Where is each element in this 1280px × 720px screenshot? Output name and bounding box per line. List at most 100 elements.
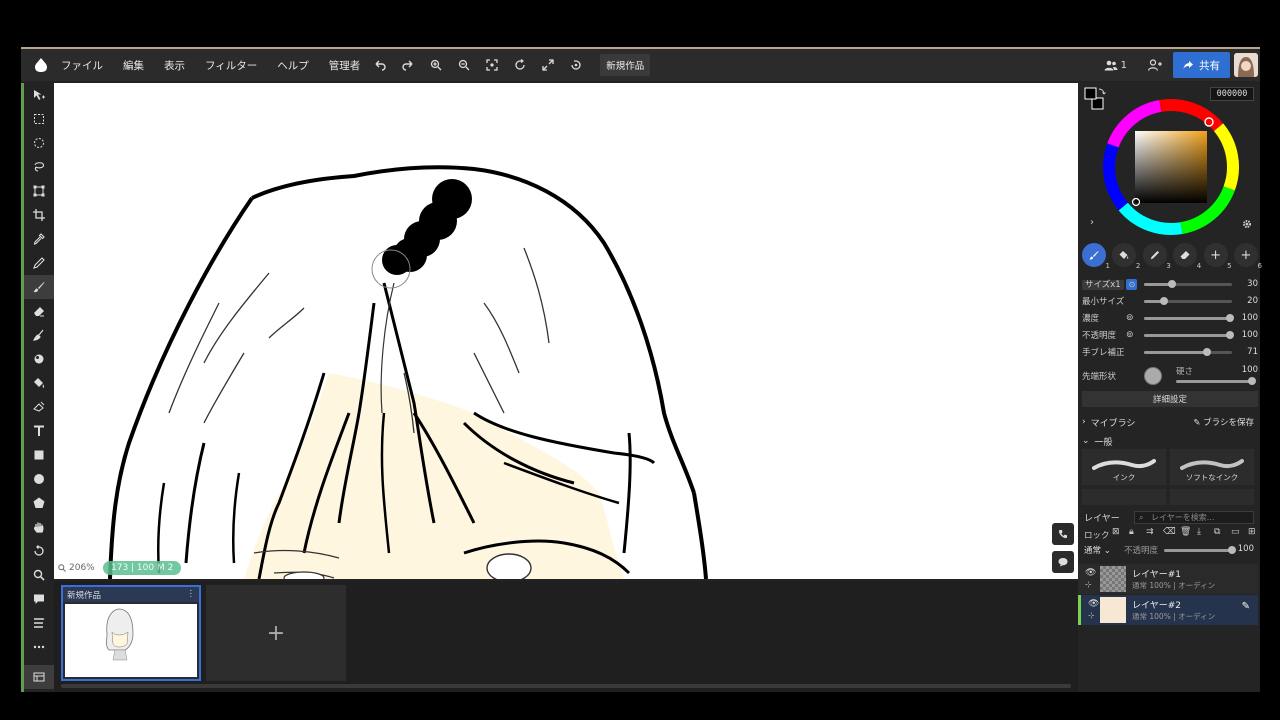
app-logo-icon[interactable] xyxy=(21,49,61,81)
hardness-slider[interactable] xyxy=(1176,377,1256,385)
avatar[interactable] xyxy=(1234,53,1258,77)
preset-ink[interactable]: インク xyxy=(1082,449,1166,485)
crop-icon[interactable] xyxy=(24,203,54,227)
density-pressure-icon[interactable]: ⊚ xyxy=(1126,313,1134,323)
fill-bucket-icon[interactable] xyxy=(24,371,54,395)
drawing-canvas[interactable]: 206% 173 | 100 M 2 xyxy=(54,83,1078,579)
horizontal-scrollbar[interactable] xyxy=(61,684,1071,688)
my-brush-header[interactable]: › マイブラシ ✎ ブラシを保存 xyxy=(1082,414,1258,430)
lock-transparency-icon[interactable]: ⊠ xyxy=(1112,527,1125,540)
tip-shape-preview[interactable] xyxy=(1144,367,1162,385)
move-tool-icon[interactable] xyxy=(24,83,54,107)
brush-tab-4[interactable]: 4 xyxy=(1173,243,1201,270)
brush-tab-6[interactable]: +6 xyxy=(1233,243,1262,270)
hand-icon[interactable] xyxy=(24,515,54,539)
layer-options-icon[interactable]: ⊹ xyxy=(1088,611,1095,620)
transform-icon[interactable] xyxy=(24,179,54,203)
document-menu-icon[interactable]: ⋮ xyxy=(187,589,196,600)
brush-icon[interactable] xyxy=(24,275,54,299)
merge-down-icon[interactable]: ⤓ xyxy=(1197,527,1210,540)
circle-icon[interactable] xyxy=(24,467,54,491)
hardness-value: 100 xyxy=(1241,365,1258,375)
blur-icon[interactable] xyxy=(24,347,54,371)
general-brush-header[interactable]: ⌄ 一般 xyxy=(1082,433,1258,449)
preset-soft-ink[interactable]: ソフトなインク xyxy=(1170,449,1254,485)
lock-icon[interactable]: 🔒︎ xyxy=(1129,527,1142,540)
filmstrip-icon[interactable] xyxy=(24,611,54,635)
preset-partial-1[interactable] xyxy=(1082,489,1166,505)
ellipse-select-icon[interactable] xyxy=(24,131,54,155)
min-size-slider[interactable]: 最小サイズ 20 xyxy=(1082,294,1258,308)
size-slider[interactable]: サイズx1 ⊙ 30 xyxy=(1082,277,1258,291)
document-tab[interactable]: 新規作品 xyxy=(600,54,651,76)
preset-partial-2[interactable] xyxy=(1170,489,1254,505)
collapse-arrow-icon[interactable]: › xyxy=(1090,217,1094,228)
menu-help[interactable]: ヘルプ xyxy=(277,58,309,73)
blend-mode-select[interactable]: 通常 ⌄ xyxy=(1084,544,1111,556)
zoom-out-icon[interactable] xyxy=(450,49,478,81)
menu-view[interactable]: 表示 xyxy=(164,58,185,73)
opacity-slider[interactable]: 不透明度 ⊚ 100 xyxy=(1082,328,1258,342)
smudge-icon[interactable] xyxy=(24,323,54,347)
density-slider[interactable]: 濃度 ⊚ 100 xyxy=(1082,311,1258,325)
save-brush-button[interactable]: ✎ ブラシを保存 xyxy=(1193,416,1254,428)
document-thumbnail[interactable]: 新規作品 ⋮ xyxy=(61,585,201,681)
eraser-icon[interactable] xyxy=(24,299,54,323)
layer-options-icon[interactable]: ⊹ xyxy=(1085,580,1092,589)
brush-tab-1[interactable]: 1 xyxy=(1082,243,1110,270)
add-document-button[interactable]: + xyxy=(206,585,346,681)
opacity-pressure-icon[interactable]: ⊚ xyxy=(1126,330,1134,340)
text-icon[interactable] xyxy=(24,419,54,443)
menu-file[interactable]: ファイル xyxy=(61,58,103,73)
layer-opacity-slider[interactable] xyxy=(1164,546,1236,554)
size-label[interactable]: サイズx1 xyxy=(1082,280,1124,290)
menu-edit[interactable]: 編集 xyxy=(123,58,144,73)
brush-tab-2[interactable]: 2 xyxy=(1112,243,1140,270)
zoom-in-icon[interactable] xyxy=(422,49,450,81)
layer-item[interactable]: 👁︎ ⊹ レイヤー#1 通常 100% | オーディン xyxy=(1078,564,1258,594)
redo-icon[interactable] xyxy=(394,49,422,81)
undo-icon[interactable] xyxy=(366,49,394,81)
rect-select-icon[interactable] xyxy=(24,107,54,131)
color-wheel[interactable] xyxy=(1101,97,1241,237)
brush-tab-5[interactable]: +5 xyxy=(1203,243,1232,270)
lasso-select-icon[interactable] xyxy=(24,155,54,179)
visibility-eye-icon[interactable]: 👁︎ xyxy=(1085,568,1096,578)
clip-icon[interactable]: ⇉ xyxy=(1146,527,1159,540)
gradient-icon[interactable] xyxy=(24,395,54,419)
brush-tab-3[interactable]: 3 xyxy=(1142,243,1171,270)
color-settings-gear-icon[interactable] xyxy=(1242,219,1252,229)
rotate-icon[interactable] xyxy=(506,49,534,81)
panel-toggle-icon[interactable] xyxy=(24,665,54,689)
zoom-indicator[interactable]: 206% xyxy=(58,563,95,573)
menu-admin[interactable]: 管理者 xyxy=(329,58,361,73)
folder-icon[interactable]: ▭ xyxy=(1231,527,1244,540)
fullscreen-icon[interactable] xyxy=(534,49,562,81)
visibility-eye-icon[interactable]: 👁︎ xyxy=(1088,599,1099,609)
new-layer-icon[interactable]: ⊞ xyxy=(1248,527,1261,540)
erase-icon[interactable]: ⌫ xyxy=(1163,527,1176,540)
detail-settings-button[interactable]: 詳細設定 xyxy=(1082,391,1258,407)
more-icon[interactable] xyxy=(24,635,54,659)
add-user-icon[interactable] xyxy=(1141,49,1169,81)
menu-filter[interactable]: フィルター xyxy=(205,58,257,73)
call-button[interactable] xyxy=(1052,523,1074,545)
pen-icon[interactable] xyxy=(24,251,54,275)
layer-item-active[interactable]: 👁︎ ⊹ レイヤー#2 通常 100% | オーディン ✎ xyxy=(1078,595,1258,625)
collaborators-button[interactable]: 1 xyxy=(1104,60,1127,71)
comment-icon[interactable] xyxy=(24,587,54,611)
zoom-icon[interactable] xyxy=(24,563,54,587)
eyedropper-icon[interactable] xyxy=(24,227,54,251)
layer-search-input[interactable]: ⌕ レイヤーを検索... xyxy=(1134,511,1254,524)
reset-icon[interactable] xyxy=(562,49,590,81)
duplicate-icon[interactable]: ⧉ xyxy=(1214,527,1227,540)
rotate-view-icon[interactable] xyxy=(24,539,54,563)
stabilizer-slider[interactable]: 手ブレ補正 71 xyxy=(1082,345,1258,359)
pressure-icon[interactable]: ⊙ xyxy=(1126,279,1138,290)
share-button[interactable]: 共有 xyxy=(1173,52,1230,78)
fit-icon[interactable] xyxy=(478,49,506,81)
polygon-icon[interactable] xyxy=(24,491,54,515)
rectangle-icon[interactable] xyxy=(24,443,54,467)
chat-button[interactable] xyxy=(1052,551,1074,573)
trash-icon[interactable]: 🗑︎ xyxy=(1180,527,1193,540)
